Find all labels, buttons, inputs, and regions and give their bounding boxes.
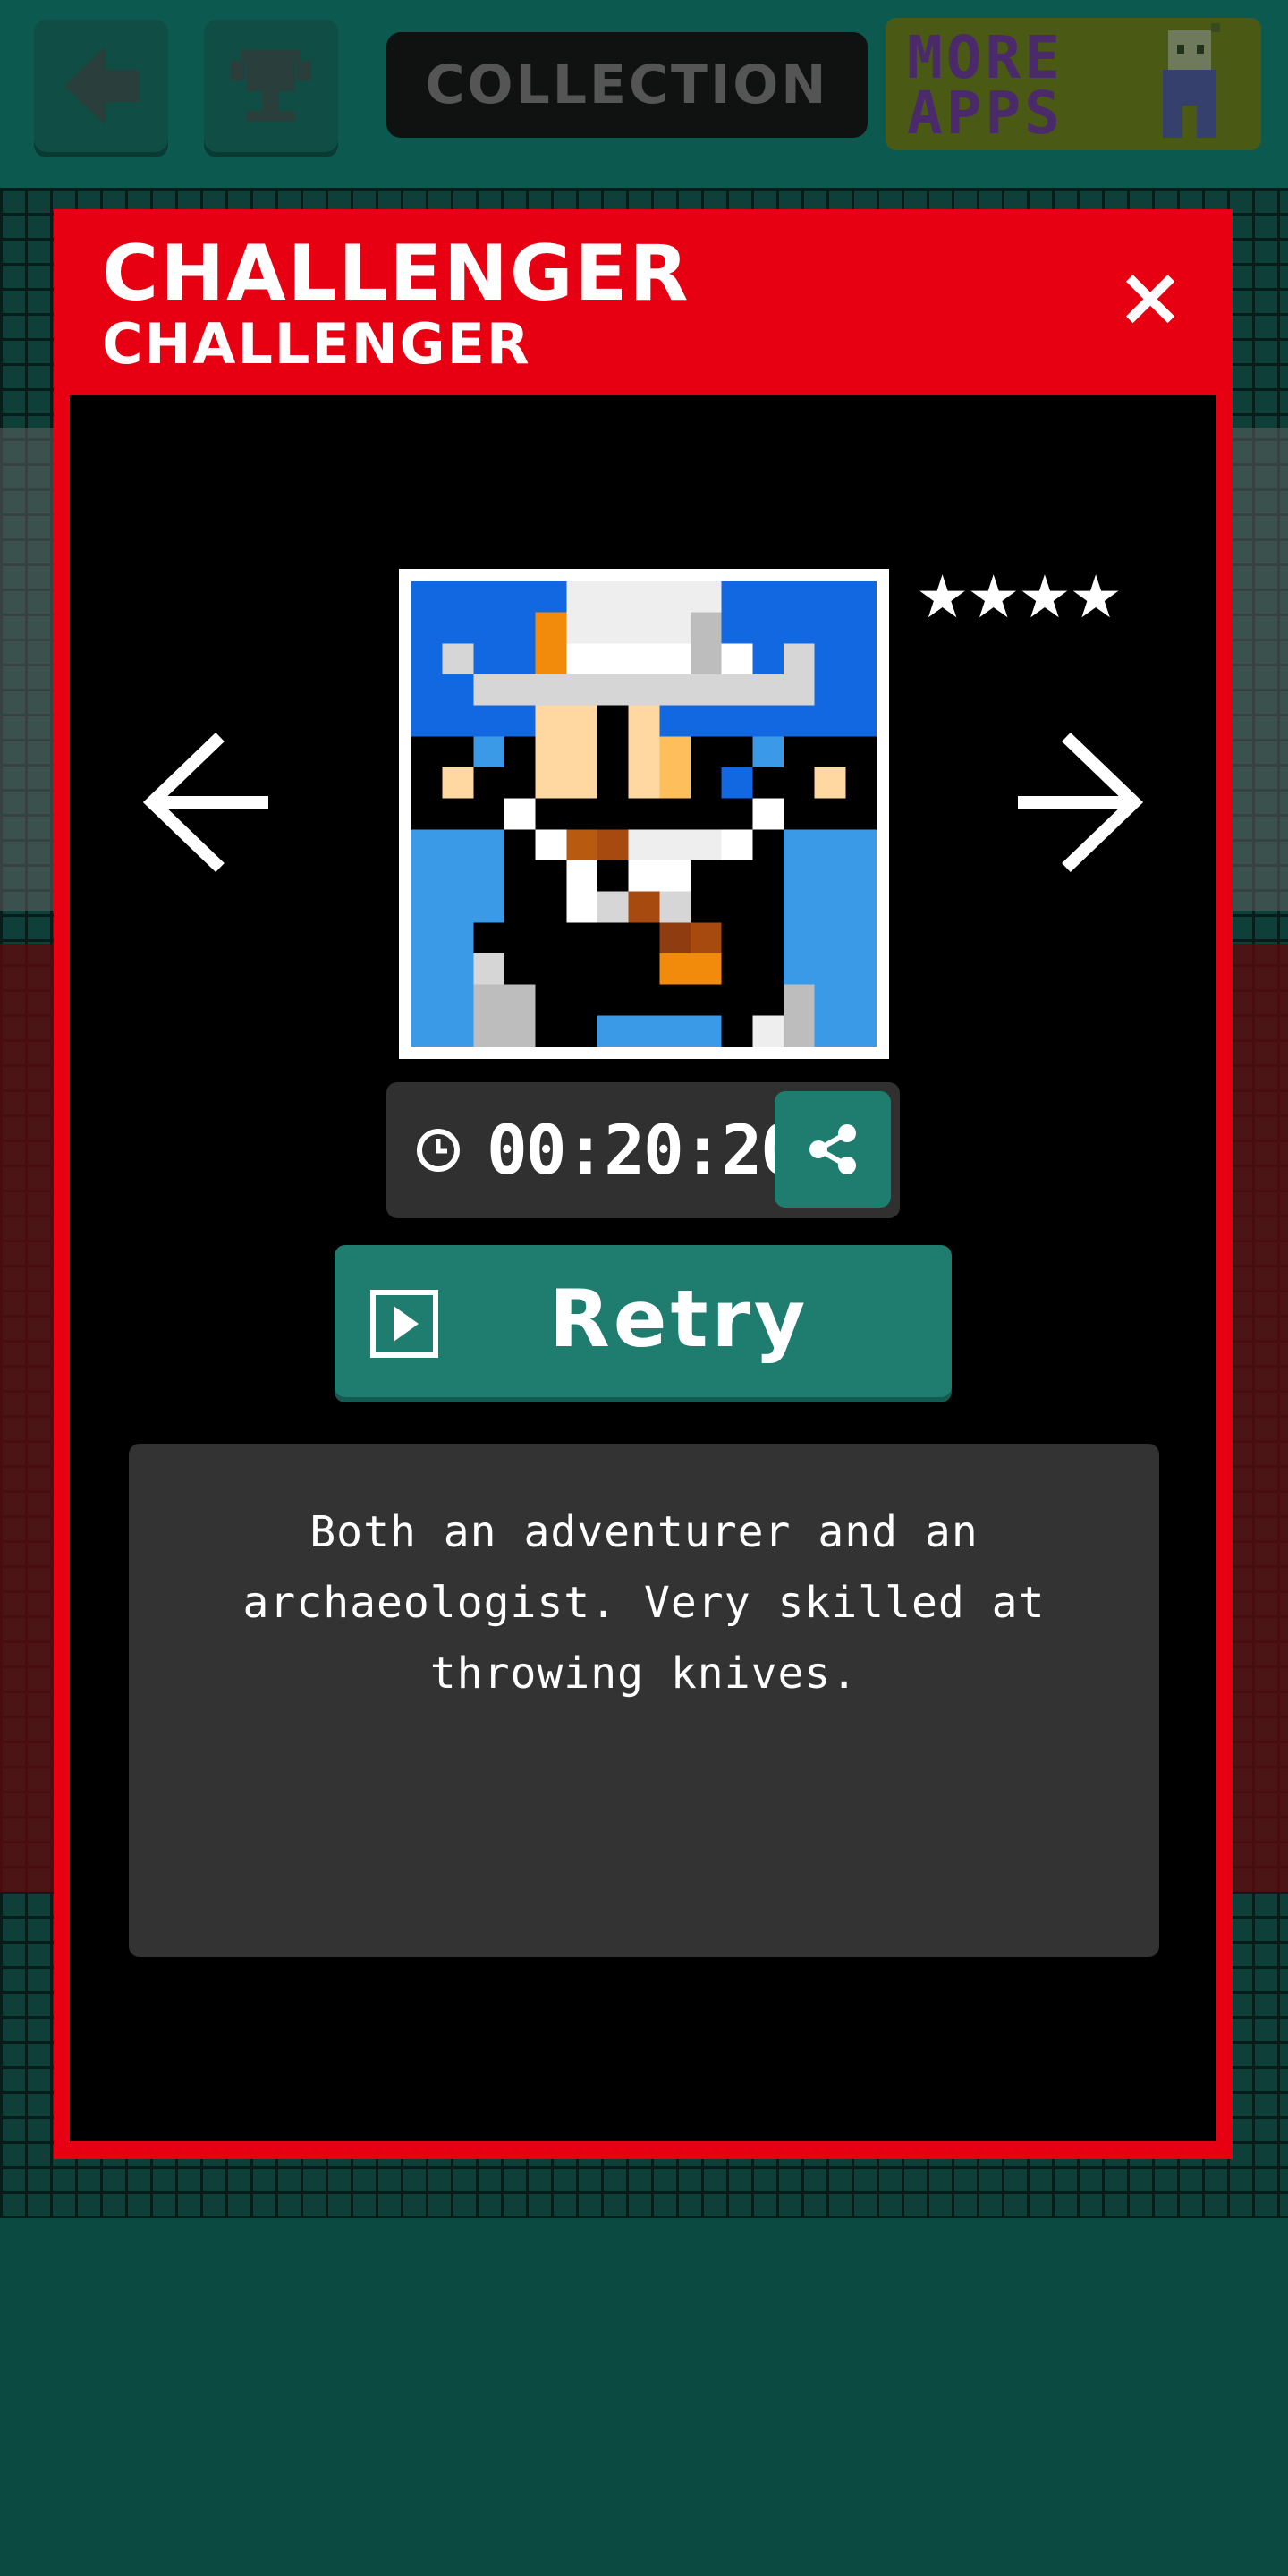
close-button[interactable]: × [1107, 254, 1193, 340]
share-icon [809, 1124, 856, 1174]
character-sprite [411, 581, 877, 1046]
retry-button[interactable]: Retry [335, 1245, 952, 1397]
more-apps-label: MORE APPS [907, 23, 1063, 148]
collection-title: COLLECTION [386, 32, 868, 138]
trophy-button[interactable] [204, 20, 338, 152]
next-arrow-icon[interactable] [1009, 726, 1152, 878]
modal-title: CHALLENGER [102, 229, 691, 318]
description-panel: Both an adventurer and an archaeologist.… [129, 1444, 1159, 1957]
more-apps-button[interactable]: MORE APPS [886, 18, 1261, 150]
character-portrait [399, 569, 889, 1059]
back-button[interactable] [34, 20, 168, 152]
rating-stars: ★★★★ [916, 563, 1123, 631]
clock-icon [417, 1129, 460, 1172]
best-time-box: 00:20:20 [386, 1082, 900, 1218]
previous-arrow-icon[interactable] [134, 726, 277, 878]
share-button[interactable] [775, 1091, 891, 1208]
mascot-icon [1163, 23, 1220, 138]
retry-label: Retry [549, 1273, 809, 1365]
trophy-icon [231, 50, 311, 122]
best-time: 00:20:20 [487, 1110, 801, 1190]
play-icon [370, 1290, 438, 1358]
back-arrow-icon [64, 47, 140, 125]
modal-subtitle: CHALLENGER [102, 311, 531, 377]
character-description: Both an adventurer and an archaeologist.… [242, 1507, 1046, 1699]
bottom-background [0, 2218, 1288, 2576]
